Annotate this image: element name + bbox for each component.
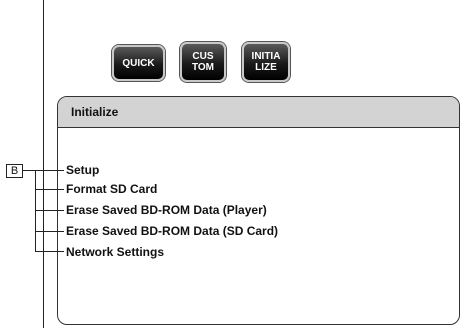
menu-title: Initialize bbox=[58, 97, 459, 128]
callout-connector bbox=[23, 170, 35, 171]
callout-tick bbox=[35, 189, 64, 190]
custom-button[interactable]: CUS TOM bbox=[180, 42, 226, 82]
menu-item-erase-sd-card[interactable]: Erase Saved BD-ROM Data (SD Card) bbox=[66, 224, 278, 238]
quick-button[interactable]: QUICK bbox=[112, 45, 165, 81]
callout-tick bbox=[35, 251, 64, 252]
callout-label: B bbox=[6, 164, 23, 178]
initialize-button[interactable]: INITIA LIZE bbox=[242, 42, 290, 82]
menu-item-network-settings[interactable]: Network Settings bbox=[66, 245, 164, 259]
callout-tick bbox=[35, 170, 64, 171]
menu-item-format-sd-card[interactable]: Format SD Card bbox=[66, 182, 157, 196]
menu-item-setup[interactable]: Setup bbox=[66, 163, 99, 177]
callout-tick bbox=[35, 210, 64, 211]
menu-item-erase-player[interactable]: Erase Saved BD-ROM Data (Player) bbox=[66, 203, 267, 217]
callout-tick bbox=[35, 231, 64, 232]
